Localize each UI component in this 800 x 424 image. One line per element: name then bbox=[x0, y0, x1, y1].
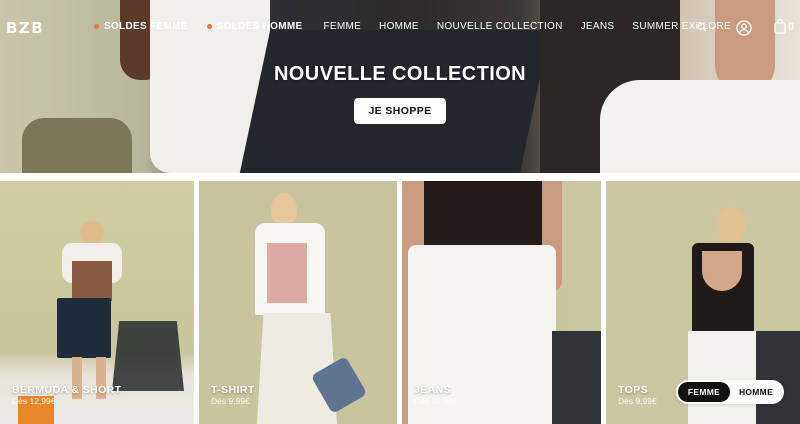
top-image-detail bbox=[424, 181, 542, 251]
nav-item-femme[interactable]: FEMME bbox=[323, 21, 361, 32]
category-price: Dès 12,99€ bbox=[12, 396, 56, 406]
main-nav: SOLDES FEMME SOLDES HOMME FEMME HOMME NO… bbox=[94, 21, 731, 32]
nav-item-homme[interactable]: HOMME bbox=[379, 21, 419, 32]
account-icon[interactable] bbox=[736, 20, 752, 36]
category-title: BERMUDA & SHORT bbox=[12, 384, 122, 396]
cart-button[interactable]: 0 bbox=[774, 19, 794, 34]
nav-item-soldes-femme[interactable]: SOLDES FEMME bbox=[94, 21, 188, 32]
category-price: Dès 9,99€ bbox=[618, 396, 657, 406]
site-header: BZB SOLDES FEMME SOLDES HOMME FEMME HOMM… bbox=[0, 0, 800, 56]
nav-item-label: NOUVELLE COLLECTION bbox=[436, 21, 563, 32]
nav-item-label: FEMME bbox=[323, 21, 362, 32]
chair-image-detail bbox=[112, 321, 184, 391]
hero-title: NOUVELLE COLLECTION bbox=[273, 63, 527, 85]
category-title: JEANS bbox=[414, 384, 452, 396]
toggle-homme[interactable]: HOMME bbox=[730, 382, 782, 402]
category-title: TOPS bbox=[618, 384, 648, 396]
sale-dot-icon bbox=[94, 24, 99, 29]
category-price: Dès 9,99€ bbox=[211, 396, 250, 406]
model-image-detail bbox=[271, 193, 297, 225]
nav-item-label: HOMME bbox=[379, 21, 419, 32]
shop-now-button[interactable]: JE SHOPPE bbox=[354, 98, 446, 124]
nav-item-label: SOLDES HOMME bbox=[216, 21, 303, 32]
tent-image-detail bbox=[756, 331, 800, 424]
category-price: Dès 39,99€ bbox=[414, 396, 458, 406]
category-title: T-SHIRT bbox=[211, 384, 255, 396]
gender-toggle: FEMME HOMME bbox=[676, 380, 784, 404]
model-image-detail bbox=[716, 207, 746, 243]
search-icon[interactable] bbox=[697, 22, 707, 32]
nav-item-nouvelle-collection[interactable]: NOUVELLE COLLECTION bbox=[437, 21, 563, 32]
category-card-t-shirt[interactable]: T-SHIRT Dès 9,99€ bbox=[199, 181, 397, 424]
model-image-detail bbox=[80, 221, 104, 245]
toggle-femme[interactable]: FEMME bbox=[678, 382, 730, 402]
nav-item-label: SUMMER EXPLORE bbox=[632, 21, 732, 32]
nav-item-jeans[interactable]: JEANS bbox=[581, 21, 615, 32]
nav-item-label: JEANS bbox=[580, 21, 615, 32]
nav-item-label: SOLDES FEMME bbox=[104, 21, 188, 32]
sale-dot-icon bbox=[206, 24, 212, 29]
cart-count: 0 bbox=[788, 20, 795, 33]
model-image-detail bbox=[688, 331, 758, 424]
print-image-detail bbox=[267, 243, 307, 303]
back-image-detail bbox=[702, 251, 742, 291]
hero-image-detail bbox=[22, 118, 132, 173]
tent-image-detail bbox=[552, 331, 601, 424]
logo[interactable]: BZB bbox=[6, 19, 44, 37]
model-image-detail bbox=[72, 261, 112, 301]
nav-item-summer-explore[interactable]: SUMMER EXPLORE bbox=[632, 21, 731, 32]
hero-image-detail bbox=[600, 80, 800, 173]
cart-icon bbox=[774, 19, 786, 34]
category-card-jeans[interactable]: JEANS Dès 39,99€ bbox=[402, 181, 601, 424]
nav-item-soldes-homme[interactable]: SOLDES HOMME bbox=[206, 21, 303, 32]
model-image-detail bbox=[57, 298, 111, 358]
category-card-bermuda-short[interactable]: BERMUDA & SHORT Dès 12,99€ bbox=[0, 181, 194, 424]
